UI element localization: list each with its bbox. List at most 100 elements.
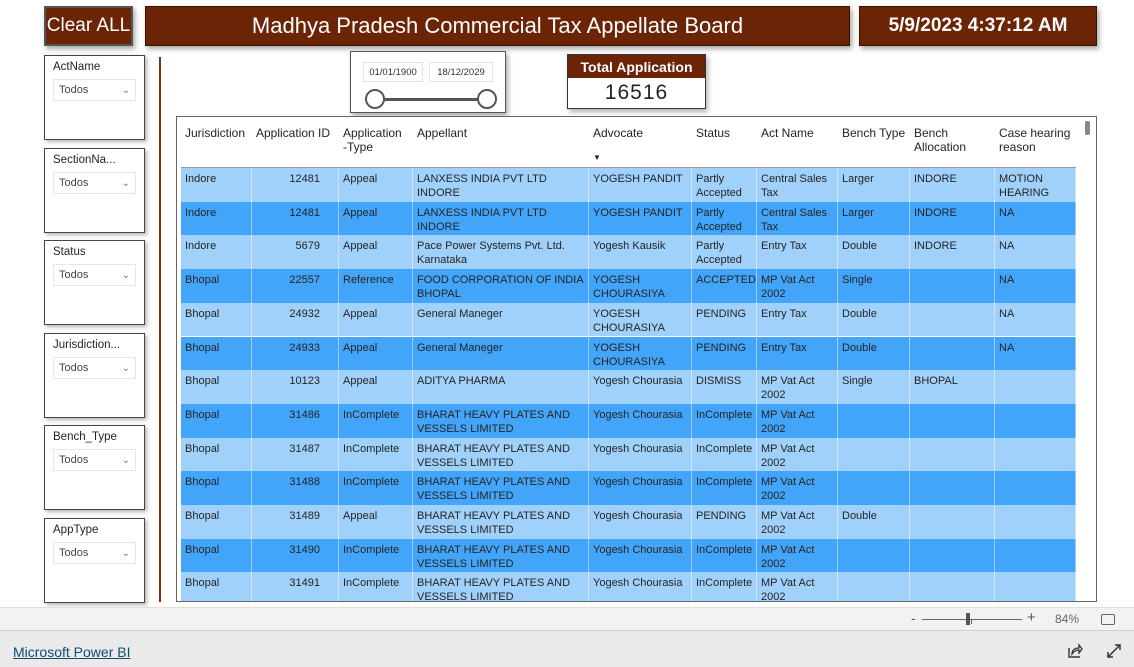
table-cell	[995, 403, 1076, 438]
column-header-label: Jurisdiction	[185, 126, 246, 140]
table-cell	[910, 538, 995, 573]
table-cell: Bhopal	[181, 505, 252, 539]
sort-desc-icon: ▼	[593, 153, 601, 162]
start-handle[interactable]	[365, 89, 385, 109]
footer: Microsoft Power BI	[0, 630, 1134, 667]
table-row[interactable]: Bhopal 31488 InComplete BHARAT HEAVY PLATES…	[181, 471, 1076, 505]
column-header[interactable]: Application -Type	[339, 117, 413, 167]
table-cell	[910, 403, 995, 438]
date-range-slicer[interactable]: 01/01/1900 18/12/2029	[350, 51, 506, 113]
table-cell: Partly Accepted	[692, 235, 757, 270]
table-row[interactable]: Bhopal 31487 InComplete BHARAT HEAVY PLATES…	[181, 437, 1076, 472]
table-row[interactable]: Bhopal 24932 Appeal General Maneger YOGESH C…	[181, 302, 1076, 337]
slicer-dropdown[interactable]: Todos ⌄	[53, 172, 136, 194]
table-row[interactable]: Bhopal 24933 Appeal General Maneger YOGESH C…	[181, 336, 1076, 371]
table-cell	[838, 403, 910, 438]
slicer-dropdown[interactable]: Todos ⌄	[53, 357, 136, 379]
table-row[interactable]: Bhopal 31486 InComplete BHARAT HEAVY PLATES…	[181, 403, 1076, 438]
table-cell: 31487	[252, 437, 339, 472]
table-cell: NA	[995, 336, 1076, 371]
column-header[interactable]: Bench Type	[838, 117, 910, 167]
fullscreen-icon[interactable]	[1106, 643, 1122, 659]
chevron-down-icon: ⌄	[121, 177, 130, 189]
table-cell: INDORE	[910, 235, 995, 270]
applications-table: Jurisdiction Application ID Application -T…	[176, 116, 1097, 602]
table-row[interactable]: Indore 12481 Appeal LANXESS INDIA PVT LTD I…	[181, 201, 1076, 236]
slicer-value: Todos	[59, 84, 89, 96]
table-cell	[995, 505, 1076, 539]
table-row[interactable]: Bhopal 10123 Appeal ADITYA PHARMA Yogesh Cho…	[181, 370, 1076, 404]
table-cell: MP Vat Act 2002	[757, 572, 838, 601]
table-row[interactable]: Bhopal 31490 InComplete BHARAT HEAVY PLATES…	[181, 538, 1076, 573]
slicer-label: Status	[53, 246, 86, 258]
table-cell: PENDING	[692, 505, 757, 539]
column-header-label: Act Name	[761, 126, 814, 140]
table-cell: MP Vat Act 2002	[757, 437, 838, 472]
table-row[interactable]: Indore 5679 Appeal Pace Power Systems Pvt. …	[181, 235, 1076, 270]
slicer-value: Todos	[59, 454, 89, 466]
table-cell: MP Vat Act 2002	[757, 471, 838, 505]
table-cell	[995, 437, 1076, 472]
table-cell: Larger	[838, 168, 910, 202]
slicer-dropdown[interactable]: Todos ⌄	[53, 542, 136, 564]
table-cell: Double	[838, 235, 910, 270]
zoom-slider-thumb[interactable]	[965, 613, 970, 625]
table-cell: ACCEPTED	[692, 269, 757, 303]
column-header-label: Bench Type	[842, 126, 906, 140]
slicer-dropdown[interactable]: Todos ⌄	[53, 264, 136, 286]
table-cell: Bhopal	[181, 269, 252, 303]
column-header[interactable]: Act Name	[757, 117, 838, 167]
table-cell: 24932	[252, 302, 339, 337]
share-icon[interactable]	[1067, 643, 1083, 659]
table-cell: Bhopal	[181, 538, 252, 573]
table-cell: YOGESH PANDIT	[589, 201, 692, 236]
power-bi-link[interactable]: Microsoft Power BI	[13, 644, 130, 660]
zoom-slider-track[interactable]	[922, 619, 1022, 620]
slicer-label: AppType	[53, 524, 99, 536]
table-cell: 24933	[252, 336, 339, 371]
table-cell	[995, 370, 1076, 404]
slicer-dropdown[interactable]: Todos ⌄	[53, 79, 136, 101]
table-cell: Appeal	[339, 370, 413, 404]
column-header[interactable]: Status	[692, 117, 757, 167]
start-date-input[interactable]: 01/01/1900	[363, 62, 423, 82]
column-header[interactable]: Application ID	[252, 117, 339, 167]
table-cell	[995, 572, 1076, 601]
table-cell: 12481	[252, 201, 339, 236]
column-header[interactable]: Case hearing reason	[995, 117, 1076, 167]
table-cell	[910, 269, 995, 303]
table-cell: Central Sales Tax	[757, 168, 838, 202]
table-cell: Single	[838, 269, 910, 303]
table-cell: Yogesh Kausik	[589, 235, 692, 270]
column-header[interactable]: Jurisdiction	[181, 117, 252, 167]
table-cell: Yogesh Chourasia	[589, 370, 692, 404]
table-row[interactable]: Bhopal 31489 Appeal BHARAT HEAVY PLATES AND…	[181, 505, 1076, 539]
column-header[interactable]: Bench Allocation	[910, 117, 995, 167]
table-cell: PENDING	[692, 302, 757, 337]
zoom-center-tick	[971, 619, 972, 624]
slicer-apptype: AppType Todos ⌄	[44, 518, 145, 603]
table-cell: NA	[995, 269, 1076, 303]
table-cell: Bhopal	[181, 572, 252, 601]
slicer-benchtype: Bench_Type Todos ⌄	[44, 425, 145, 510]
fit-to-page-icon[interactable]	[1101, 614, 1115, 625]
slicer-dropdown[interactable]: Todos ⌄	[53, 449, 136, 471]
table-row[interactable]: Bhopal 22557 Reference FOOD CORPORATION OF …	[181, 269, 1076, 303]
end-handle[interactable]	[477, 89, 497, 109]
table-cell: MP Vat Act 2002	[757, 538, 838, 573]
page-title: Madhya Pradesh Commercial Tax Appellate …	[145, 6, 850, 46]
table-row[interactable]: Bhopal 31491 InComplete BHARAT HEAVY PLATES…	[181, 572, 1076, 601]
zoom-in-button[interactable]: +	[1027, 609, 1036, 626]
column-header[interactable]: Appellant	[413, 117, 589, 167]
clear-all-button[interactable]: Clear ALL	[44, 6, 133, 46]
zoom-out-button[interactable]: -	[911, 610, 916, 626]
end-date-input[interactable]: 18/12/2029	[429, 62, 493, 82]
table-cell: PENDING	[692, 336, 757, 371]
column-header[interactable]: Advocate ▼	[589, 117, 692, 167]
table-cell: Appeal	[339, 235, 413, 270]
scrollbar[interactable]	[1085, 121, 1090, 135]
table-cell: Larger	[838, 201, 910, 236]
table-row[interactable]: Indore 12481 Appeal LANXESS INDIA PVT LTD I…	[181, 168, 1076, 202]
table-cell: Central Sales Tax	[757, 201, 838, 236]
table-cell: Entry Tax	[757, 336, 838, 371]
